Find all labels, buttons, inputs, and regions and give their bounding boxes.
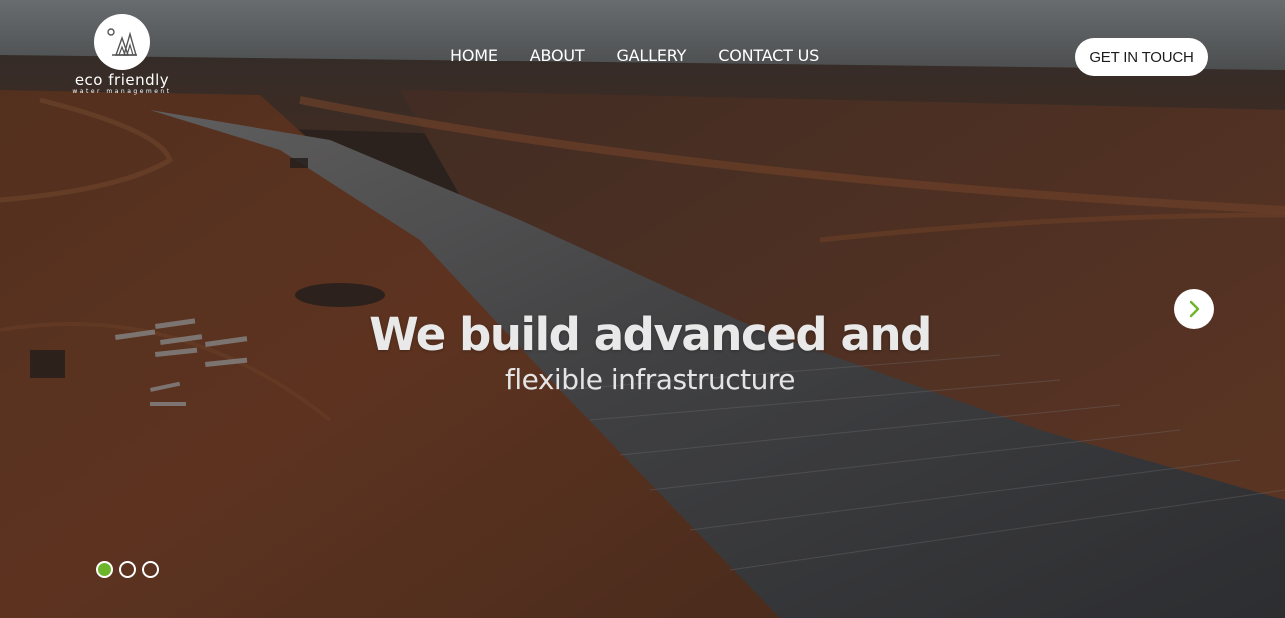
slider-dot-1[interactable] (96, 561, 113, 578)
brand-logo[interactable]: eco friendly water management (72, 14, 172, 100)
slider-dot-2[interactable] (119, 561, 136, 578)
main-nav: HOME ABOUT GALLERY CONTACT US (450, 46, 819, 65)
chevron-right-icon (1189, 300, 1200, 318)
hero-subheadline: flexible infrastructure (504, 363, 796, 396)
nav-home[interactable]: HOME (450, 46, 498, 65)
nav-about[interactable]: ABOUT (530, 46, 585, 65)
brand-name: eco friendly (74, 71, 170, 89)
get-in-touch-button[interactable]: GET IN TOUCH (1075, 38, 1208, 76)
slider-next-button[interactable] (1174, 289, 1214, 329)
hero-headline: We build advanced and (369, 308, 932, 361)
slider-dot-3[interactable] (142, 561, 159, 578)
brand-tagline: water management (72, 88, 172, 95)
slider-pagination (96, 561, 159, 578)
pine-trees-icon (94, 14, 150, 70)
nav-gallery[interactable]: GALLERY (616, 46, 686, 65)
nav-contact-us[interactable]: CONTACT US (718, 46, 819, 65)
hero-slider: eco friendly water management HOME ABOUT… (0, 0, 1285, 618)
